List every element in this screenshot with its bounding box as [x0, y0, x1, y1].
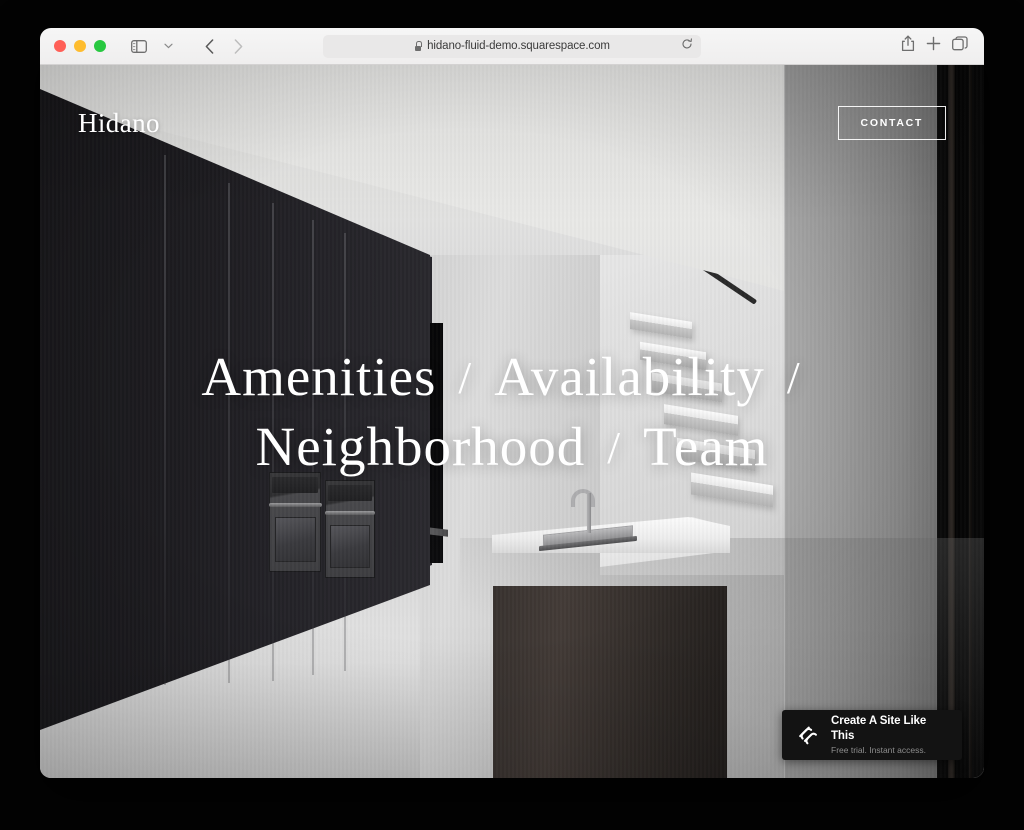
forward-arrow-icon: [234, 38, 242, 54]
main-navigation: Amenities / Availability / Neighborhood …: [40, 65, 984, 778]
sidebar-toggle-icon: [131, 39, 147, 53]
nav-row-2: Neighborhood / Team: [256, 412, 769, 482]
back-button[interactable]: [196, 34, 222, 58]
minimize-window-button[interactable]: [74, 40, 86, 52]
sidebar-menu-button[interactable]: [155, 34, 181, 58]
nav-link-neighborhood[interactable]: Neighborhood: [256, 412, 586, 482]
close-window-button[interactable]: [54, 40, 66, 52]
sidebar-toggle-button[interactable]: [126, 34, 152, 58]
site-logo[interactable]: Hidano: [78, 108, 160, 139]
share-button[interactable]: [901, 35, 915, 57]
toolbar-left-controls: [126, 34, 251, 58]
badge-text: Create A Site Like This Free trial. Inst…: [831, 714, 948, 755]
forward-button[interactable]: [225, 34, 251, 58]
back-arrow-icon: [205, 38, 213, 54]
share-icon: [901, 35, 915, 52]
url-text: hidano-fluid-demo.squarespace.com: [427, 40, 610, 52]
nav-link-availability[interactable]: Availability: [494, 342, 765, 412]
nav-separator: /: [458, 351, 473, 403]
nav-separator: /: [607, 421, 622, 473]
squarespace-promo-badge[interactable]: Create A Site Like This Free trial. Inst…: [782, 710, 962, 760]
reload-icon: [682, 38, 692, 49]
nav-row-1: Amenities / Availability /: [201, 342, 822, 412]
browser-toolbar: hidano-fluid-demo.squarespace.com: [40, 28, 984, 65]
window-controls: [40, 40, 106, 52]
toolbar-right-controls: [901, 35, 984, 57]
maximize-window-button[interactable]: [94, 40, 106, 52]
squarespace-logo-icon: [799, 726, 817, 745]
badge-title: Create A Site Like This: [831, 715, 927, 742]
browser-window: hidano-fluid-demo.squarespace.com Hidano…: [40, 28, 984, 778]
address-bar[interactable]: hidano-fluid-demo.squarespace.com: [323, 34, 701, 58]
contact-button[interactable]: CONTACT: [837, 105, 946, 141]
chevron-down-icon: [163, 43, 173, 49]
nav-link-amenities[interactable]: Amenities: [201, 342, 436, 412]
url-display: hidano-fluid-demo.squarespace.com: [414, 40, 610, 52]
nav-link-team[interactable]: Team: [643, 412, 768, 482]
screen: hidano-fluid-demo.squarespace.com Hidano…: [0, 0, 1024, 830]
tab-overview-button[interactable]: [952, 36, 968, 56]
site-header: Hidano CONTACT: [40, 65, 984, 161]
lock-icon: [414, 41, 423, 51]
nav-separator: /: [786, 351, 801, 403]
page-viewport: Hidano CONTACT Amenities / Availability …: [40, 65, 984, 778]
badge-subtitle: Free trial. Instant access.: [831, 745, 926, 756]
tab-overview-icon: [952, 36, 968, 51]
plus-icon: [926, 36, 941, 51]
reload-button[interactable]: [681, 37, 693, 55]
new-tab-button[interactable]: [926, 36, 941, 56]
